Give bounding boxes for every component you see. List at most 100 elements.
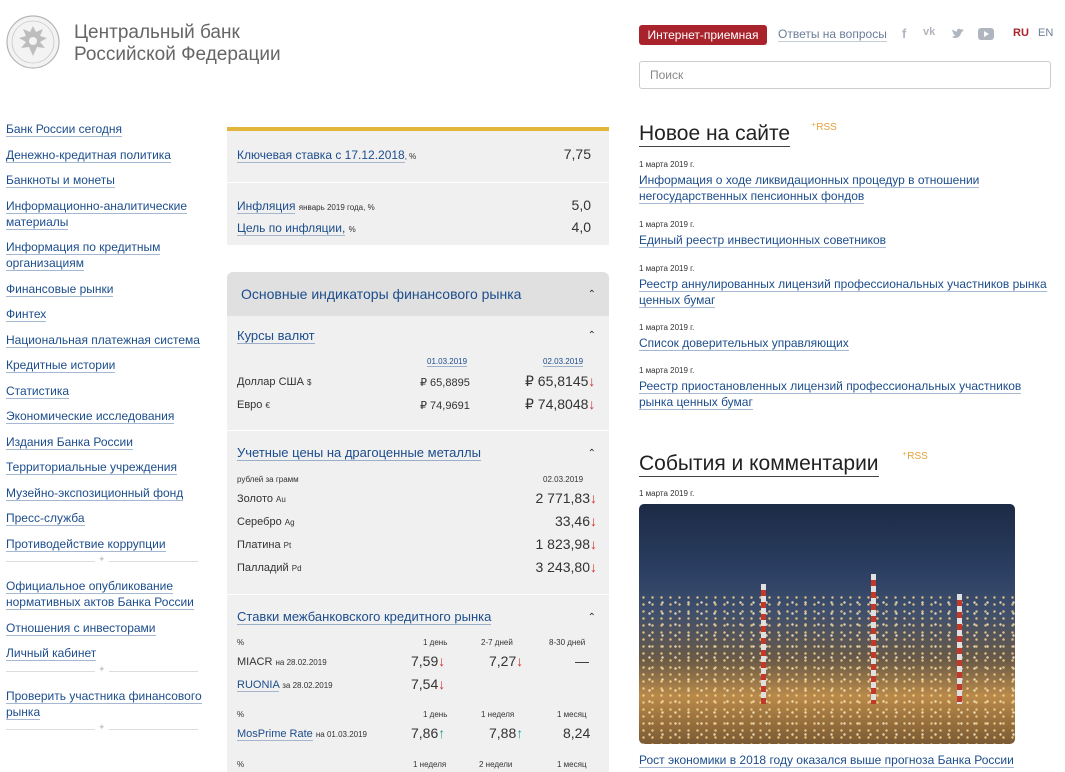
inflation-row: Инфляция январь 2019 года, %: [237, 199, 375, 214]
bank-emblem-icon[interactable]: [5, 14, 61, 70]
menu-item-press[interactable]: Пресс-служба: [6, 510, 206, 526]
metals-date: 02.03.2019: [543, 475, 584, 484]
arrow-down-icon: ↓: [588, 373, 596, 389]
menu-item-monetary-policy[interactable]: Денежно-кредитная политика: [6, 147, 206, 163]
menu-item-check-participant[interactable]: Проверить участника финансового рынка: [6, 688, 206, 720]
menu-item-statistics[interactable]: Статистика: [6, 383, 206, 399]
market-indicators-header[interactable]: Основные индикаторы финансового рынка ⌃: [227, 272, 609, 316]
rss-icon[interactable]: ⁺RSS: [902, 451, 928, 462]
menu-item-museum[interactable]: Музейно-экспозиционный фонд: [6, 485, 206, 501]
news-section-title[interactable]: Новое на сайте: [639, 122, 791, 147]
chevron-up-icon[interactable]: ⌃: [588, 448, 596, 459]
event-date: 1 марта 2019 г.: [639, 489, 695, 498]
news-date: 1 марта 2019 г.: [639, 264, 695, 273]
twitter-icon[interactable]: [951, 28, 965, 40]
menu-item-analytics[interactable]: Информационно-аналитические материалы: [6, 198, 206, 230]
menu-item-anticorruption[interactable]: Противодействие коррупции: [6, 536, 206, 552]
key-rate-value: 7,75: [563, 146, 591, 162]
menu-item-bank-today[interactable]: Банк России сегодня: [6, 121, 206, 137]
news-item[interactable]: Информация о ходе ликвидационных процеду…: [639, 172, 1049, 204]
news-date: 1 марта 2019 г.: [639, 160, 695, 169]
arrow-down-icon: ↓: [516, 653, 524, 669]
menu-item-financial-markets[interactable]: Финансовые рынки: [6, 281, 206, 297]
menu-item-banknotes-coins[interactable]: Банкноты и монеты: [6, 172, 206, 188]
divider: [227, 594, 609, 595]
menu-item-credit-institutions[interactable]: Информация по кредитным организациям: [6, 239, 206, 271]
interbank-h1-col3: 8-30 дней: [549, 638, 586, 647]
inflation-link[interactable]: Инфляция: [237, 199, 296, 214]
metals-title[interactable]: Учетные цены на драгоценные металлы: [237, 445, 481, 461]
interbank-h2-col1: 1 день: [423, 710, 448, 719]
ruonia-link[interactable]: RUONIA: [237, 679, 280, 692]
metal-gold-label: Золото Au: [237, 493, 286, 505]
metals-unit: рублей за грамм: [237, 475, 299, 484]
internet-reception-button[interactable]: Интернет-приемная: [639, 25, 767, 45]
left-menu: Банк России сегодня Денежно-кредитная по…: [6, 121, 206, 746]
bank-name-line1: Центральный банк: [74, 22, 240, 43]
arrow-down-icon: ↓: [438, 653, 446, 669]
metal-silver-label: Серебро Ag: [237, 516, 295, 528]
chevron-up-icon[interactable]: ⌃: [588, 612, 596, 623]
mosprime-value2: 7,88↑: [489, 725, 524, 741]
menu-item-investors[interactable]: Отношения с инвесторами: [6, 620, 206, 636]
currency-eur-value1: ₽ 74,9691: [420, 400, 470, 412]
bank-name[interactable]: Центральный банк Российской Федерации: [74, 22, 281, 66]
menu-item-credit-histories[interactable]: Кредитные истории: [6, 357, 206, 373]
miacr-value1: 7,59↓: [411, 653, 446, 669]
key-rates-panel: Ключевая ставка с 17.12.2018, % 7,75 Инф…: [227, 127, 609, 245]
interbank-pct: %: [237, 710, 245, 719]
news-item[interactable]: Единый реестр инвестиционных советников: [639, 232, 1049, 248]
mosprime-label: MosPrime Rate на 01.03.2019: [237, 728, 367, 741]
events-section-title[interactable]: События и комментарии: [639, 452, 879, 477]
vk-icon[interactable]: vk: [923, 26, 935, 38]
chevron-up-icon[interactable]: ⌃: [588, 330, 596, 341]
metal-silver-value: 33,46↓: [554, 513, 597, 529]
menu-item-fintech[interactable]: Финтех: [6, 306, 206, 322]
currency-date2[interactable]: 02.03.2019: [543, 357, 584, 367]
menu-divider: [6, 663, 198, 675]
mosprime-link[interactable]: MosPrime Rate: [237, 728, 313, 741]
currency-rates-title[interactable]: Курсы валют: [237, 328, 315, 344]
youtube-icon[interactable]: [978, 28, 994, 40]
news-date: 1 марта 2019 г.: [639, 323, 695, 332]
rss-icon[interactable]: ⁺RSS: [811, 122, 837, 133]
menu-item-publications[interactable]: Издания Банка России: [6, 434, 206, 450]
facebook-icon[interactable]: f: [902, 26, 906, 41]
inflation-target-unit: %: [348, 225, 356, 234]
interbank-title[interactable]: Ставки межбанковского кредитного рынка: [237, 609, 492, 625]
menu-divider: [6, 722, 198, 733]
menu-item-regional-offices[interactable]: Территориальные учреждения: [6, 459, 206, 475]
arrow-down-icon: ↓: [590, 490, 597, 506]
faq-link[interactable]: Ответы на вопросы: [778, 27, 887, 42]
currency-usd-value1: ₽ 65,8895: [420, 377, 470, 389]
miacr-value3: —: [575, 653, 589, 669]
currency-date1[interactable]: 01.03.2019: [427, 357, 468, 367]
news-item[interactable]: Реестр аннулированных лицензий профессио…: [639, 276, 1049, 308]
menu-item-research[interactable]: Экономические исследования: [6, 408, 206, 424]
metal-platinum-value: 1 823,98↓: [535, 536, 598, 552]
interbank-pct: %: [237, 638, 245, 647]
ruonia-label: RUONIA за 28.02.2019: [237, 679, 333, 692]
lang-en-link[interactable]: EN: [1038, 27, 1053, 39]
key-rate-link[interactable]: Ключевая ставка с 17.12.2018: [237, 148, 405, 163]
lang-ru-link[interactable]: RU: [1013, 27, 1029, 39]
inflation-target-link[interactable]: Цель по инфляции,: [237, 221, 346, 236]
metal-platinum-label: Платина Pt: [237, 539, 292, 551]
arrow-down-icon: ↓: [590, 513, 597, 529]
currency-usd-label: Доллар США $: [237, 376, 312, 388]
ruonia-value1: 7,54↓: [411, 676, 446, 692]
menu-item-payment-system[interactable]: Национальная платежная система: [6, 332, 206, 348]
chevron-up-icon[interactable]: ⌃: [588, 289, 596, 300]
metal-palladium-value: 3 243,80↓: [535, 559, 598, 575]
currency-eur-value2: ₽ 74,8048↓: [525, 396, 596, 412]
search-input[interactable]: [639, 61, 1051, 89]
menu-item-personal-account[interactable]: Личный кабинет: [6, 645, 206, 661]
news-item[interactable]: Список доверительных управляющих: [639, 335, 1049, 351]
divider: [227, 430, 609, 431]
menu-item-normative-acts[interactable]: Официальное опубликование нормативных ак…: [6, 578, 206, 610]
news-item[interactable]: Реестр приостановленных лицензий професс…: [639, 378, 1049, 410]
event-caption-link[interactable]: Рост экономики в 2018 году оказался выше…: [639, 753, 1014, 768]
bank-name-line2: Российской Федерации: [74, 44, 281, 65]
event-image[interactable]: [639, 504, 1015, 744]
currency-eur-label: Евро €: [237, 399, 270, 411]
